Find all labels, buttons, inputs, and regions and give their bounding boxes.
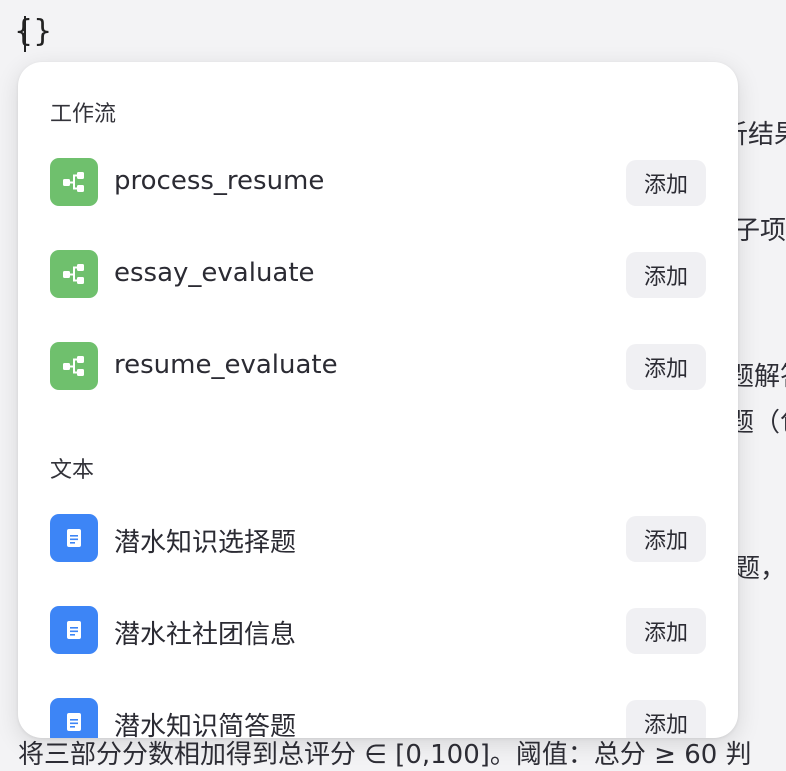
list-item-workflow[interactable]: essay_evaluate 添加 (50, 250, 706, 300)
item-label: resume_evaluate (114, 350, 338, 380)
item-label: 潜水知识简答题 (114, 712, 297, 738)
list-item-document[interactable]: 潜水知识简答题 添加 (50, 698, 706, 738)
brace-glyph: {} (14, 14, 53, 49)
item-label: process_resume (114, 166, 325, 196)
section-title-text: 文本 (50, 458, 95, 483)
add-button[interactable]: 添加 (626, 516, 706, 562)
item-label: 潜水知识选择题 (114, 528, 297, 558)
document-icon (50, 698, 98, 738)
list-item-document[interactable]: 潜水知识选择题 添加 (50, 514, 706, 564)
list-item-workflow[interactable]: resume_evaluate 添加 (50, 342, 706, 392)
background-text-fragment: 题，等 (734, 554, 786, 584)
list-item-document[interactable]: 潜水社社团信息 添加 (50, 606, 706, 656)
item-label: essay_evaluate (114, 258, 315, 288)
add-button[interactable]: 添加 (626, 344, 706, 390)
document-icon (50, 514, 98, 562)
add-button[interactable]: 添加 (626, 700, 706, 738)
list-item-workflow[interactable]: process_resume 添加 (50, 158, 706, 208)
add-button[interactable]: 添加 (626, 160, 706, 206)
text-cursor (24, 16, 26, 52)
background-bottom-line: 将三部分分数相加得到总评分 ∈ [0,100]。阈值：总分 ≥ 60 判 (18, 740, 752, 770)
item-label: 潜水社社团信息 (114, 620, 297, 650)
background-text-fragment: 子项 (734, 216, 786, 246)
document-icon (50, 606, 98, 654)
add-button[interactable]: 添加 (626, 252, 706, 298)
add-button[interactable]: 添加 (626, 608, 706, 654)
workflow-icon (50, 158, 98, 206)
section-title-workflow: 工作流 (50, 102, 117, 127)
workflow-icon (50, 250, 98, 298)
insert-resource-popup: 工作流 process_resume 添加 essay_evaluate 添加 (18, 62, 738, 738)
workflow-icon (50, 342, 98, 390)
